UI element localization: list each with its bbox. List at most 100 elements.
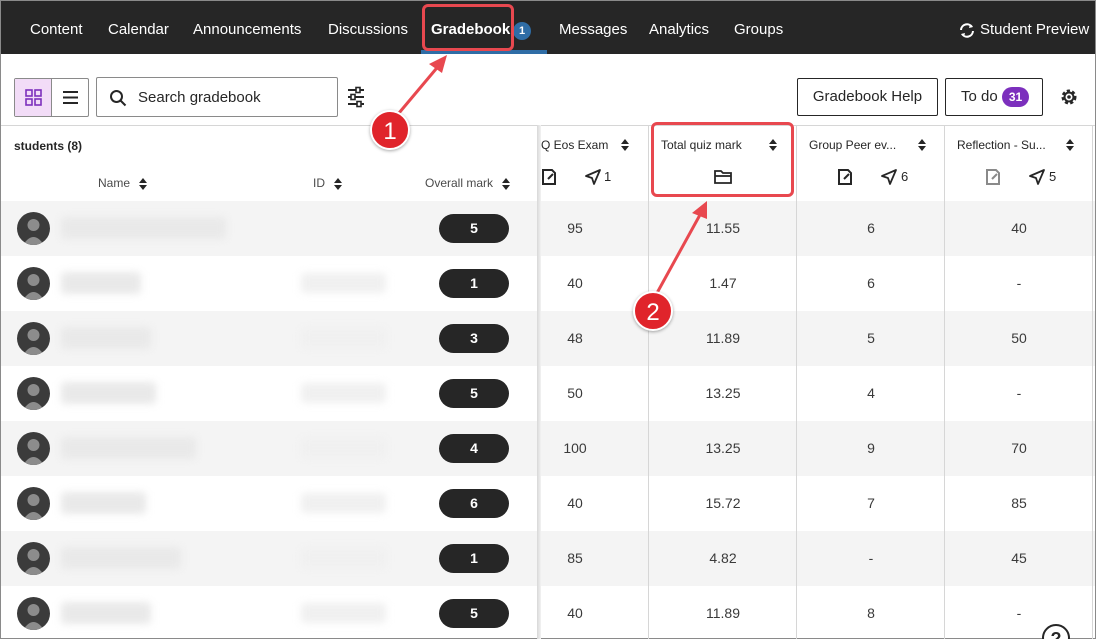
column-divider [1092,125,1093,639]
tab-content[interactable]: Content [30,1,83,54]
redacted-student-name [61,327,151,349]
grade-cell-quiz[interactable]: 11.55 [649,201,797,256]
tab-announcements[interactable]: Announcements [193,1,301,54]
grade-cell-exam[interactable]: 50 [541,366,609,421]
sort-icon [139,177,148,190]
search-placeholder: Search gradebook [138,89,261,106]
grade-cell-reflection[interactable]: - [945,256,1093,311]
list-view-button[interactable] [52,79,89,116]
gear-icon[interactable] [1060,88,1078,106]
list-view-icon [63,91,78,104]
redacted-student-name [61,492,146,514]
overall-mark-pill[interactable]: 5 [439,599,509,628]
student-preview-button[interactable]: Student Preview [959,1,1089,54]
column-header-overall[interactable]: Overall mark [425,176,511,190]
column-header-exam[interactable]: Q Eos Exam [541,138,608,152]
grade-cell-exam[interactable]: 40 [541,476,609,531]
overall-mark-pill[interactable]: 1 [439,544,509,573]
grade-cell-quiz[interactable]: 4.82 [649,531,797,586]
filter-sliders-icon[interactable] [345,85,367,109]
grade-cell-peer[interactable]: 8 [797,586,945,639]
column-header-name[interactable]: Name [98,176,148,190]
grade-cell-exam[interactable]: 85 [541,531,609,586]
grade-cell-reflection[interactable]: 50 [945,311,1093,366]
overall-mark-pill[interactable]: 3 [439,324,509,353]
grid-view-icon [25,89,42,106]
column-header-reflection[interactable]: Reflection - Su... [957,138,1046,152]
grade-cell-peer[interactable]: 6 [797,256,945,311]
table-row[interactable]: 4 100 13.25 9 70 [1,421,1095,476]
grade-cell-quiz[interactable]: 11.89 [649,586,797,639]
table-row[interactable]: 5 95 11.55 6 40 [1,201,1095,256]
avatar [17,377,50,410]
redacted-student-id [301,548,386,568]
grade-cell-reflection[interactable]: 40 [945,201,1093,256]
overall-mark-pill[interactable]: 4 [439,434,509,463]
tab-groups[interactable]: Groups [734,1,783,54]
grade-cell-exam[interactable]: 40 [541,256,609,311]
grade-cell-reflection[interactable]: - [945,586,1093,639]
sort-icon[interactable] [918,139,926,151]
tab-messages[interactable]: Messages [559,1,627,54]
overall-mark-pill[interactable]: 1 [439,269,509,298]
grade-cell-exam[interactable]: 100 [541,421,609,476]
column-header-id[interactable]: ID [313,176,343,190]
grade-cell-peer[interactable]: 7 [797,476,945,531]
column-header-peer[interactable]: Group Peer ev... [809,138,896,152]
column-divider [944,125,945,639]
overall-mark-pill[interactable]: 6 [439,489,509,518]
sort-icon[interactable] [621,139,629,151]
peer-submission-count: 6 [901,169,909,184]
redacted-student-name [61,272,141,294]
graded-document-icon [838,169,852,185]
grade-cell-quiz[interactable]: 13.25 [649,421,797,476]
grade-cell-peer[interactable]: 6 [797,201,945,256]
course-top-navigation: Content Calendar Announcements Discussio… [1,1,1095,54]
search-input[interactable]: Search gradebook [96,77,338,117]
column-header-reflection-label: Reflection - Su... [957,138,1046,152]
graded-document-icon [542,169,556,185]
grade-cell-peer[interactable]: 9 [797,421,945,476]
sort-icon [502,177,511,190]
redacted-student-name [61,217,226,239]
grade-cell-quiz[interactable]: 13.25 [649,366,797,421]
todo-label: To do [961,88,998,105]
grade-cell-exam[interactable]: 40 [541,586,609,639]
table-row[interactable]: 1 85 4.82-45 [1,531,1095,586]
tab-calendar[interactable]: Calendar [108,1,169,54]
grade-cell-peer[interactable]: 5 [797,311,945,366]
grid-view-button[interactable] [15,79,52,116]
sort-icon [334,177,343,190]
grade-cell-quiz[interactable]: 15.72 [649,476,797,531]
grade-cell-exam[interactable]: 95 [541,201,609,256]
tab-analytics[interactable]: Analytics [649,1,709,54]
avatar [17,432,50,465]
sort-icon[interactable] [1066,139,1074,151]
table-row[interactable]: 6 40 15.72 7 85 [1,476,1095,531]
avatar [17,267,50,300]
redacted-student-id [301,603,386,623]
callout-number-2: 2 [633,291,673,331]
submission-send-icon [585,169,601,185]
gradebook-help-button[interactable]: Gradebook Help [797,78,938,116]
grade-cell-peer[interactable]: 4 [797,366,945,421]
callout-highlight-gradebook-tab [422,4,514,51]
redacted-student-name [61,382,156,404]
tab-discussions[interactable]: Discussions [328,1,408,54]
avatar [17,212,50,245]
table-row[interactable]: 1 40 1.47 6- [1,256,1095,311]
overall-mark-pill[interactable]: 5 [439,379,509,408]
grade-cell-reflection[interactable]: - [945,366,1093,421]
todo-button[interactable]: To do 31 [945,78,1043,116]
grade-cell-peer[interactable]: - [797,531,945,586]
grade-cell-reflection[interactable]: 85 [945,476,1093,531]
grade-cell-reflection[interactable]: 70 [945,421,1093,476]
table-row[interactable]: 3 48 11.89 5 50 [1,311,1095,366]
redacted-student-name [61,547,181,569]
avatar [17,487,50,520]
grade-cell-reflection[interactable]: 45 [945,531,1093,586]
overall-mark-pill[interactable]: 5 [439,214,509,243]
table-row[interactable]: 5 40 11.89 8- [1,586,1095,639]
table-row[interactable]: 5 50 13.25 4- [1,366,1095,421]
grade-cell-exam[interactable]: 48 [541,311,609,366]
